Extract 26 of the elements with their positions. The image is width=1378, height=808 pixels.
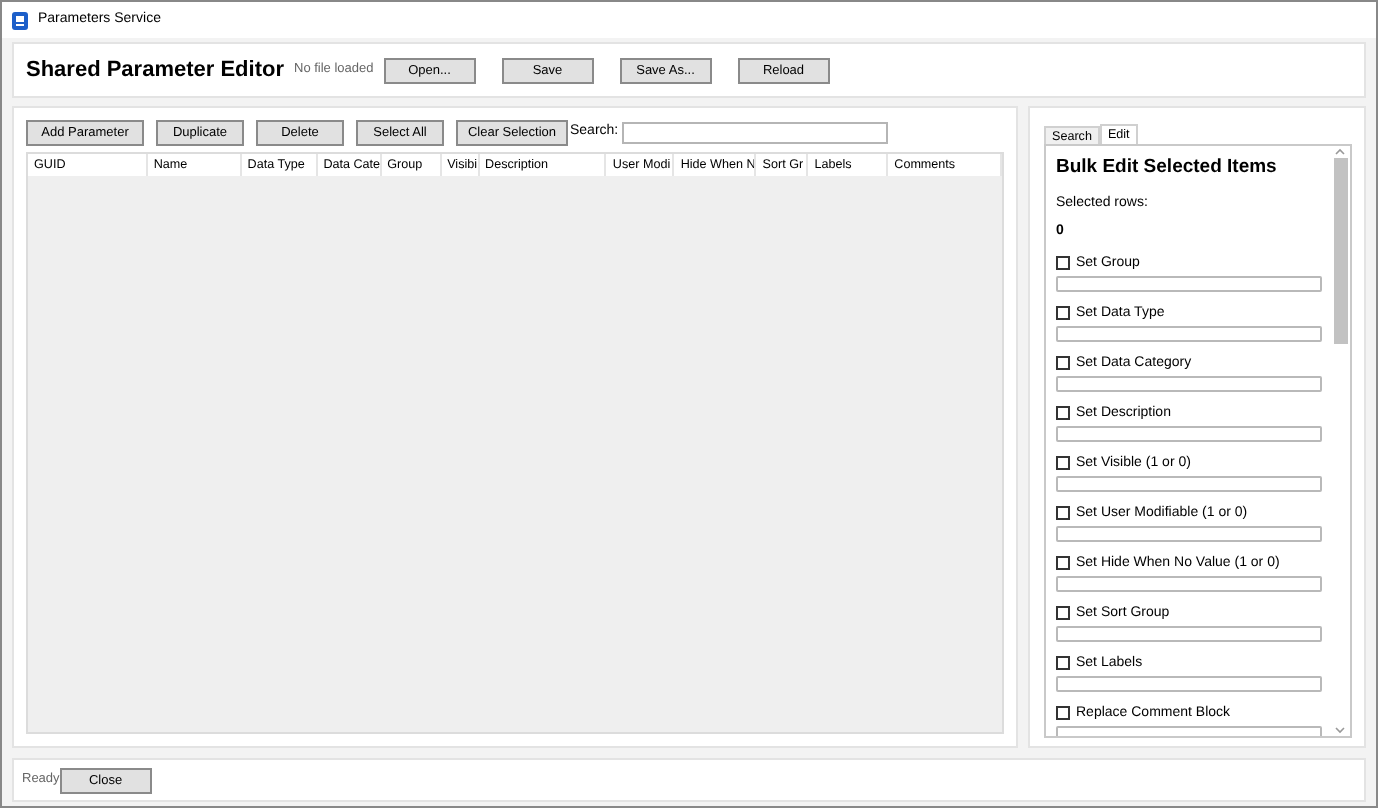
checkbox[interactable] <box>1056 256 1070 271</box>
input-field[interactable] <box>1056 276 1322 293</box>
input-field[interactable] <box>1056 476 1322 493</box>
checkbox[interactable] <box>1056 706 1070 721</box>
scroll-down-icon[interactable] <box>1334 724 1346 736</box>
app-icon <box>12 11 28 29</box>
input-field[interactable] <box>1056 376 1322 393</box>
checkbox[interactable] <box>1056 356 1070 371</box>
input-field[interactable] <box>1056 576 1322 593</box>
checkbox[interactable] <box>1056 456 1070 471</box>
input-field[interactable] <box>1056 526 1322 543</box>
checkbox[interactable] <box>1056 306 1070 321</box>
checkbox[interactable] <box>1056 406 1070 421</box>
checkbox[interactable] <box>1056 506 1070 521</box>
panel-heading: Bulk Edit Selected Items <box>1056 154 1279 182</box>
input-field[interactable] <box>1056 326 1322 343</box>
checkbox[interactable] <box>1056 556 1070 571</box>
search-field[interactable] <box>622 122 889 144</box>
checkbox[interactable] <box>1056 656 1070 671</box>
input-field[interactable] <box>1056 626 1322 643</box>
editor-title: Shared Parameter Editor <box>26 55 284 86</box>
scroll-up-icon[interactable] <box>1334 146 1346 158</box>
scrollbar[interactable] <box>1330 146 1350 736</box>
input-field[interactable] <box>1056 676 1322 693</box>
checkbox[interactable] <box>1056 606 1070 621</box>
input-field[interactable] <box>1056 426 1322 443</box>
